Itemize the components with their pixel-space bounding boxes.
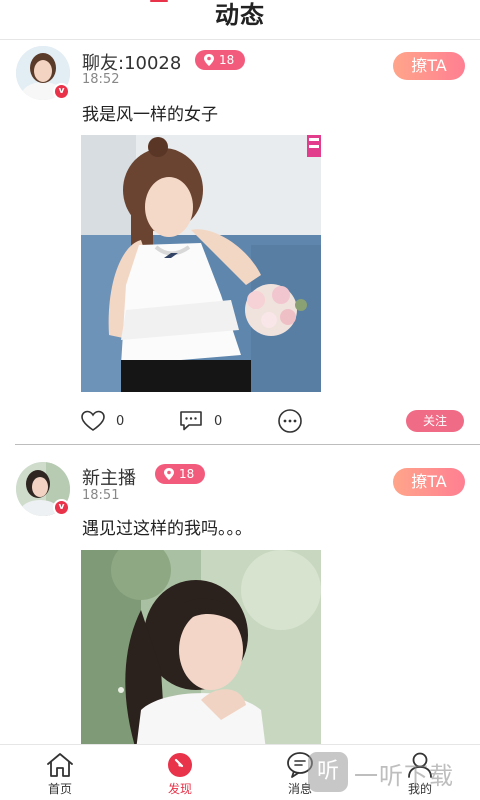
post-text: 遇见过这样的我吗。。。 [82,519,252,539]
level-badge: 18 [195,50,245,70]
like-action[interactable]: 0 [80,406,124,436]
comment-count: 0 [214,413,223,429]
post-photo[interactable] [81,550,321,744]
post-time: 18:51 [82,488,120,503]
flirt-button[interactable]: 撩TA [393,468,465,496]
post-time: 18:52 [82,72,120,87]
feed-post: v 聊友:10028 18 18:52 撩TA 我是风一样的女子 0 0 关注 [0,40,480,446]
page-header: 动态 [0,0,480,40]
tab-label: 首页 [47,782,72,796]
location-pin-icon [164,468,174,480]
post-actions: 0 0 关注 [80,406,470,436]
more-options-icon [278,409,302,433]
tab-home[interactable]: 首页 [30,745,90,800]
discover-icon [168,753,192,777]
post-text: 我是风一样的女子 [82,105,218,125]
comment-action[interactable]: 0 [178,406,222,436]
avatar[interactable]: v [16,462,70,516]
tab-label: 发现 [167,782,192,796]
tab-mine[interactable]: 我的 [390,745,450,800]
more-action[interactable] [277,406,303,436]
flirt-button[interactable]: 撩TA [393,52,465,80]
tab-label: 我的 [407,782,432,796]
username[interactable]: 新主播 [82,464,136,490]
bottom-tab-bar: 首页 发现 消息 我的 [0,744,480,800]
verified-icon: v [53,83,70,100]
heart-icon [81,410,105,431]
profile-icon [408,752,432,778]
comment-icon [180,411,202,431]
feed-list[interactable]: v 聊友:10028 18 18:52 撩TA 我是风一样的女子 0 0 关注 … [0,40,480,744]
level-value: 18 [179,467,195,481]
feed-post: v 新主播 18 18:51 撩TA 遇见过这样的我吗。。。 [0,458,480,744]
level-badge: 18 [155,464,205,484]
post-divider [15,444,480,445]
tab-label: 消息 [287,782,312,796]
page-title: 动态 [215,1,265,29]
verified-icon: v [53,499,70,516]
message-icon [287,752,313,778]
avatar[interactable]: v [16,46,70,100]
post-photo[interactable] [81,135,321,392]
follow-button[interactable]: 关注 [406,410,464,432]
tab-messages[interactable]: 消息 [270,745,330,800]
home-icon [47,753,73,777]
level-value: 18 [219,53,235,67]
like-count: 0 [116,413,125,429]
location-pin-icon [204,54,214,66]
tab-discover[interactable]: 发现 [150,745,210,800]
